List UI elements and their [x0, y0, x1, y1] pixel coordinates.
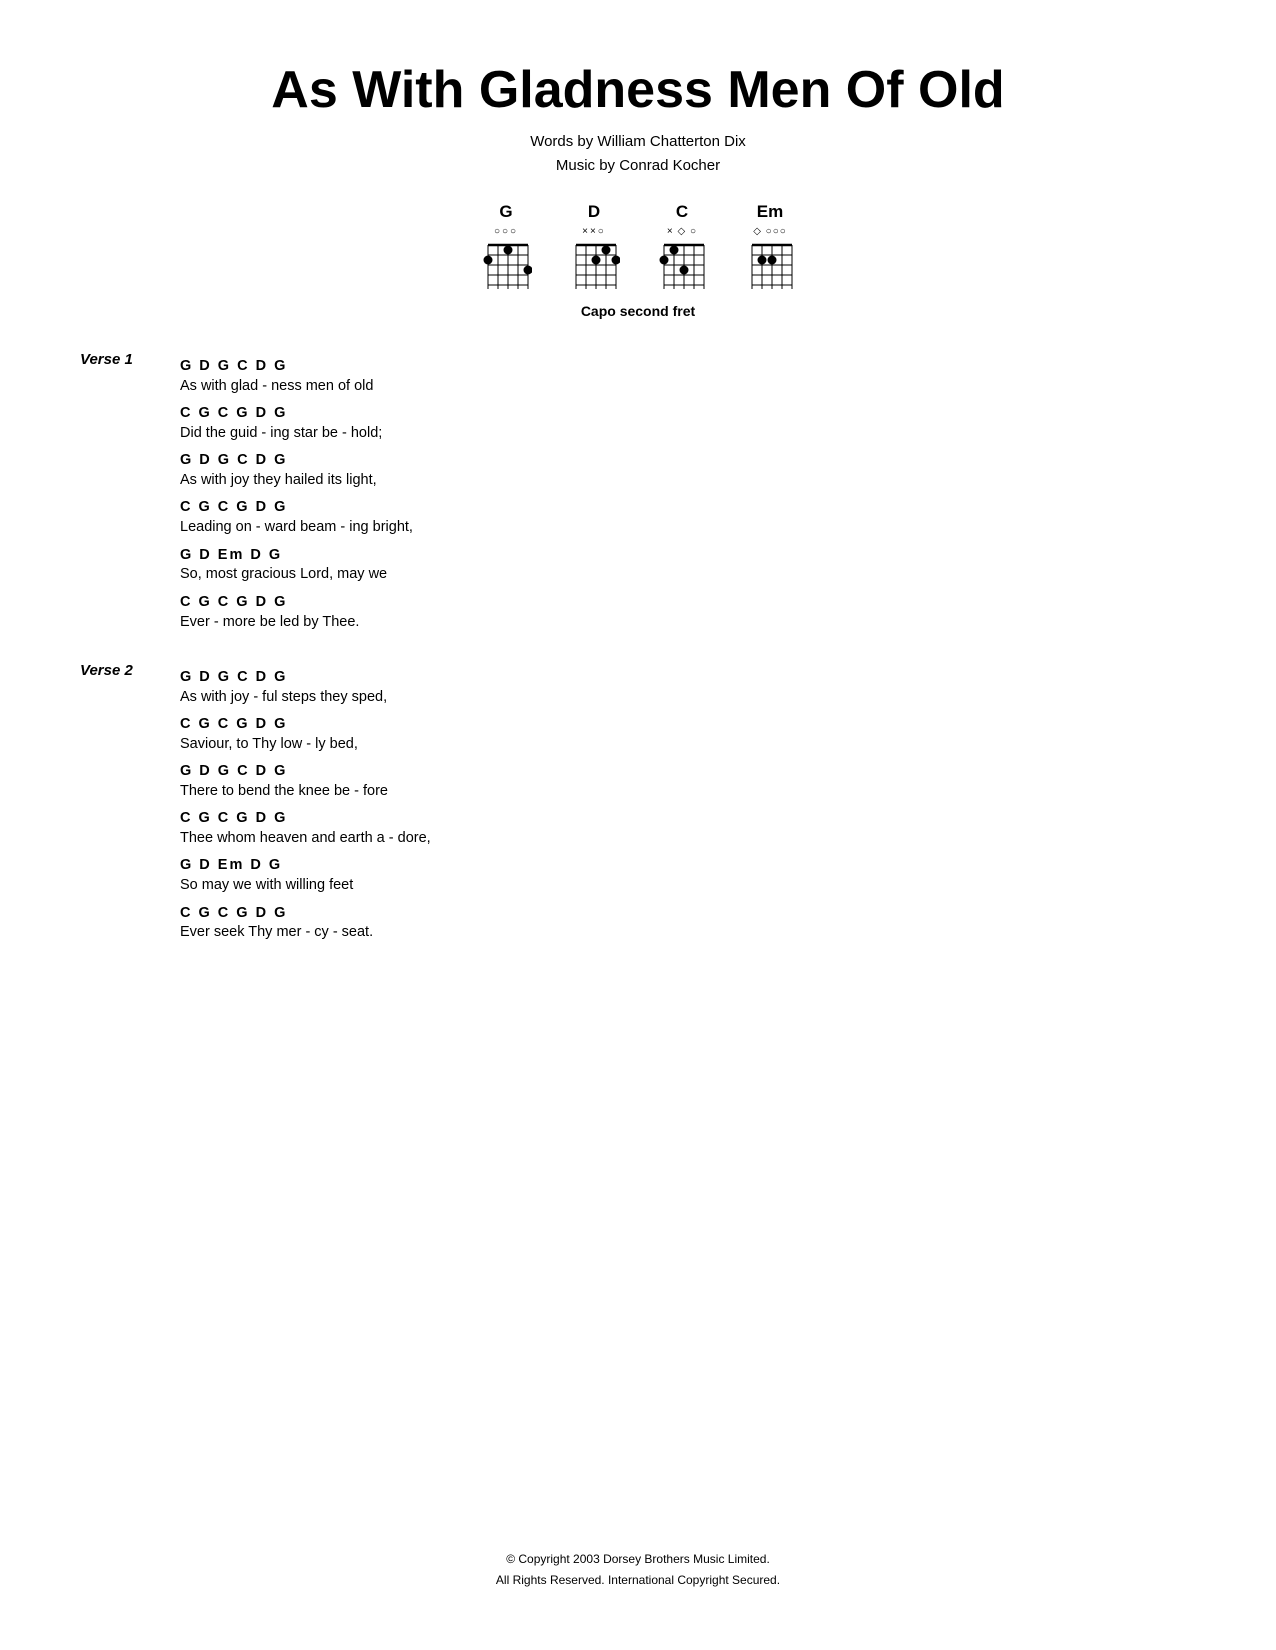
chord-d: D ××○ — [568, 202, 620, 293]
chord-line: G D G C D G — [180, 357, 1196, 376]
chord-line: G D G C D G — [180, 451, 1196, 470]
chord-line: C G C G D G — [180, 593, 1196, 612]
lyric-line: So, most gracious Lord, may we — [180, 564, 1196, 584]
chord-line: C G C G D G — [180, 904, 1196, 923]
chord-line: G D Em D G — [180, 546, 1196, 565]
capo-text: Capo second fret — [80, 303, 1196, 319]
chord-line: C G C G D G — [180, 404, 1196, 423]
verse-2-label: Verse 2 — [80, 660, 180, 943]
chord-line: C G C G D G — [180, 498, 1196, 517]
chord-line: C G C G D G — [180, 715, 1196, 734]
lyric-line: Thee whom heaven and earth a - dore, — [180, 828, 1196, 848]
lyric-line: Ever seek Thy mer - cy - seat. — [180, 922, 1196, 942]
lyric-line: So may we with willing feet — [180, 875, 1196, 895]
lyric-line: Leading on - ward beam - ing bright, — [180, 517, 1196, 537]
verse-2-block: Verse 2 G D G C D G As with joy - ful st… — [80, 660, 1196, 943]
chord-line: G D Em D G — [180, 856, 1196, 875]
lyric-line: Saviour, to Thy low - ly bed, — [180, 734, 1196, 754]
subtitle: Words by William Chatterton Dix Music by… — [80, 130, 1196, 178]
lyric-line: As with joy they hailed its light, — [180, 470, 1196, 490]
chord-c: C × ◇ ○ — [656, 202, 708, 293]
verse-2-lines: G D G C D G As with joy - ful steps they… — [180, 660, 1196, 943]
chord-line: C G C G D G — [180, 809, 1196, 828]
lyric-line: Ever - more be led by Thee. — [180, 612, 1196, 632]
lyric-line: Did the guid - ing star be - hold; — [180, 423, 1196, 443]
page-title: As With Gladness Men Of Old — [80, 60, 1196, 120]
chord-line: G D G C D G — [180, 668, 1196, 687]
song-content: Verse 1 G D G C D G As with glad - ness … — [80, 349, 1196, 943]
footer: © Copyright 2003 Dorsey Brothers Music L… — [0, 1549, 1276, 1590]
verse-1-block: Verse 1 G D G C D G As with glad - ness … — [80, 349, 1196, 632]
chord-em: Em ◇ ○○○ — [744, 202, 796, 293]
chord-diagrams: G ○○○ — [80, 202, 1196, 293]
lyric-line: As with glad - ness men of old — [180, 376, 1196, 396]
chord-g: G ○○○ — [480, 202, 532, 293]
chord-line: G D G C D G — [180, 762, 1196, 781]
lyric-line: As with joy - ful steps they sped, — [180, 687, 1196, 707]
verse-1-label: Verse 1 — [80, 349, 180, 632]
verse-1-lines: G D G C D G As with glad - ness men of o… — [180, 349, 1196, 632]
lyric-line: There to bend the knee be - fore — [180, 781, 1196, 801]
